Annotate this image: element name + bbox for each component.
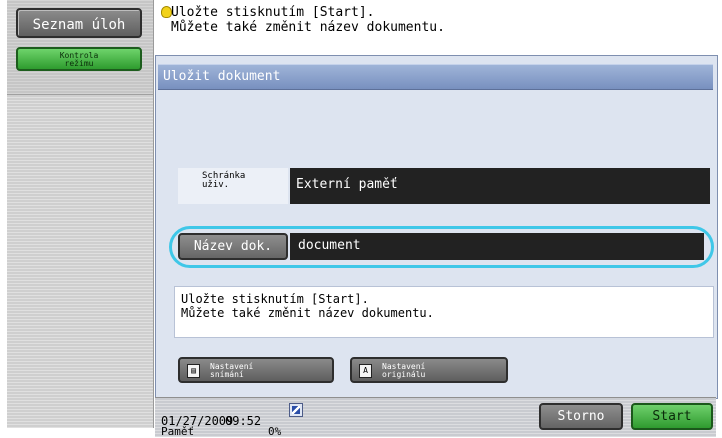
mailbox-value: Externí paměť	[290, 168, 710, 204]
save-document-dialog: Uložit dokument Schránka uživ. Externí p…	[155, 55, 718, 399]
document-name-value: document	[298, 238, 361, 253]
info-line1: Uložte stisknutím [Start].	[181, 292, 369, 306]
left-panel: Seznam úloh Kontrola režimu	[7, 0, 154, 428]
info-message-box: Uložte stisknutím [Start]. Můžete také z…	[174, 286, 714, 338]
mailbox-label-text: Schránka uživ.	[202, 172, 245, 190]
top-message: Uložte stisknutím [Start]. Můžete také z…	[157, 0, 722, 50]
document-name-field[interactable]: document	[290, 233, 704, 260]
mode-check-label-line2: režimu	[64, 59, 94, 68]
scan-settings-button[interactable]: ▤ Nastavení snímání	[178, 357, 334, 383]
original-settings-label: Nastavení originálu	[382, 363, 425, 379]
document-name-button[interactable]: Název dok.	[178, 233, 288, 260]
network-icon	[289, 403, 303, 417]
original-settings-line2: originálu	[382, 370, 426, 379]
job-list-button[interactable]: Seznam úloh	[16, 8, 142, 38]
status-bar: 01/27/2009 09:52 Paměť 0% Storno Start	[155, 397, 716, 437]
cancel-button[interactable]: Storno	[539, 403, 623, 430]
top-message-line2: Můžete také změnit název dokumentu.	[171, 20, 445, 35]
top-message-line1: Uložte stisknutím [Start].	[171, 5, 375, 20]
start-button[interactable]: Start	[631, 403, 713, 430]
original-settings-button[interactable]: A Nastavení originálu	[350, 357, 508, 383]
scan-icon: ▤	[187, 364, 200, 378]
dialog-title-bar: Uložit dokument	[158, 64, 713, 90]
mailbox-label: Schránka uživ.	[178, 168, 288, 204]
dialog-title: Uložit dokument	[163, 69, 281, 84]
mailbox-value-text: Externí paměť	[296, 177, 398, 192]
time-text: 09:52	[225, 414, 262, 428]
original-icon: A	[359, 364, 372, 378]
info-line2: Můžete také změnit název dokumentu.	[181, 306, 434, 320]
scan-settings-line2: snímání	[210, 370, 244, 379]
mailbox-label-line2: uživ.	[202, 180, 230, 190]
scan-settings-label: Nastavení snímání	[210, 363, 253, 379]
mode-check-button[interactable]: Kontrola režimu	[16, 47, 142, 71]
